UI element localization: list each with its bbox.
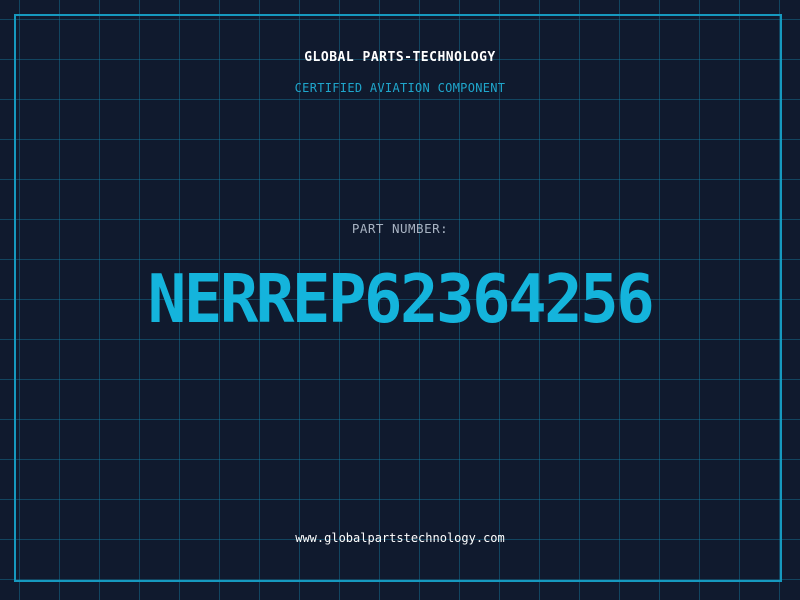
part-number-value: NERREP62364256	[147, 260, 655, 339]
part-label-card: GLOBAL PARTS-TECHNOLOGY CERTIFIED AVIATI…	[0, 0, 800, 600]
certification-tagline: CERTIFIED AVIATION COMPONENT	[294, 81, 506, 95]
part-number-label: PART NUMBER:	[351, 221, 449, 236]
website-url: www.globalpartstechnology.com	[295, 531, 505, 545]
company-name: GLOBAL PARTS-TECHNOLOGY	[304, 50, 496, 65]
